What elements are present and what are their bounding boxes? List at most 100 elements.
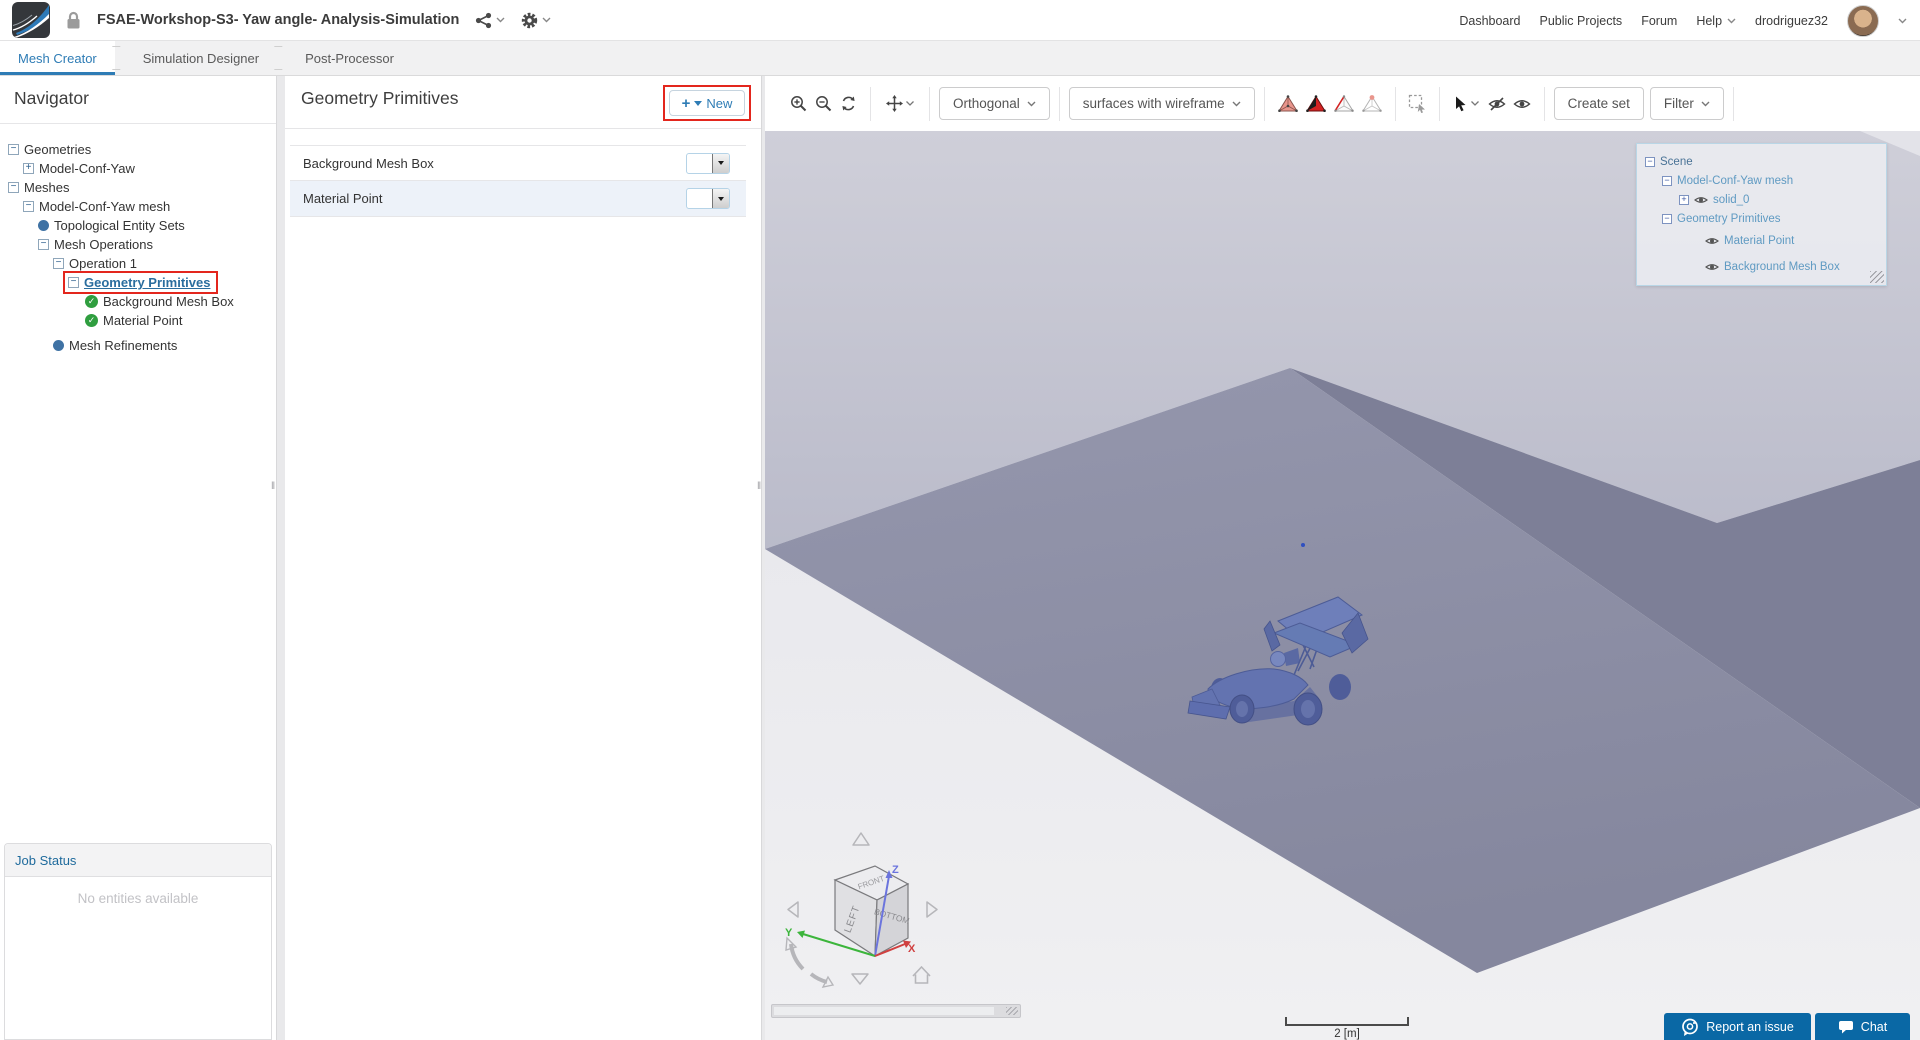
job-status-empty-message: No entities available (77, 891, 199, 906)
tab-separator (277, 41, 287, 75)
tree-item-mesh-refinements[interactable]: Mesh Refinements (0, 336, 276, 355)
box-select-button[interactable] (1405, 91, 1430, 117)
filter-button[interactable]: Filter (1649, 87, 1724, 120)
simscale-logo-icon[interactable] (12, 2, 50, 38)
user-avatar[interactable] (1847, 4, 1879, 37)
create-set-button[interactable]: Create set (1553, 87, 1644, 120)
project-title: FSAE-Workshop-S3- Yaw angle- Analysis-Si… (97, 12, 460, 28)
nav-public-projects[interactable]: Public Projects (1540, 14, 1623, 28)
tab-simulation-designer[interactable]: Simulation Designer (125, 41, 277, 75)
expand-toggle-icon[interactable] (1679, 194, 1689, 205)
select-nodes-button[interactable] (1358, 91, 1386, 117)
simscale-workbench: FSAE-Workshop-S3- Yaw angle- Analysis-Si… (0, 0, 1920, 1040)
collapse-toggle-icon[interactable] (1645, 156, 1655, 167)
select-faces-button[interactable] (1302, 91, 1330, 117)
chat-button[interactable]: Chat (1815, 1013, 1910, 1040)
tree-item-background-mesh-box[interactable]: Background Mesh Box (0, 292, 276, 311)
share-button[interactable] (475, 12, 505, 29)
username-label[interactable]: drodriguez32 (1755, 14, 1828, 28)
lock-icon (67, 11, 80, 28)
nav-help[interactable]: Help (1696, 14, 1736, 28)
tree-item-model-conf-yaw[interactable]: Model-Conf-Yaw (0, 159, 276, 178)
tree-item-meshes[interactable]: Meshes (0, 178, 276, 197)
scene-tree-item-solid-0[interactable]: solid_0 (1637, 190, 1886, 209)
collapse-toggle-icon[interactable] (68, 277, 79, 288)
3d-canvas[interactable]: Scene Model-Conf-Yaw mesh solid_0 Geomet… (765, 131, 1920, 1040)
tab-mesh-creator[interactable]: Mesh Creator (0, 41, 115, 75)
render-mode-button[interactable]: surfaces with wireframe (1068, 87, 1255, 120)
check-icon (85, 314, 98, 327)
roll-arrows[interactable] (785, 936, 835, 988)
home-view-icon[interactable] (912, 965, 931, 984)
collapse-toggle-icon[interactable] (1662, 175, 1672, 186)
primitive-row-material-point[interactable]: Material Point (290, 181, 746, 217)
primitive-row-background-mesh-box[interactable]: Background Mesh Box (290, 146, 746, 181)
collapsed-panel-bar[interactable] (771, 1004, 1021, 1018)
expand-toggle-icon[interactable] (23, 163, 34, 174)
node-dot-icon (38, 220, 49, 231)
tree-item-material-point[interactable]: Material Point (0, 311, 276, 330)
select-edges-button[interactable] (1330, 91, 1358, 117)
panel-resize-handle[interactable]: ‖ (271, 479, 278, 495)
row-action-dropdown[interactable] (686, 188, 730, 209)
tree-item-geometries[interactable]: Geometries (0, 140, 276, 159)
rotate-left-arrow[interactable] (787, 901, 799, 918)
collapse-toggle-icon[interactable] (23, 201, 34, 212)
nav-forum[interactable]: Forum (1641, 14, 1677, 28)
new-primitive-button[interactable]: + New (669, 90, 745, 116)
zoom-out-icon (816, 96, 832, 112)
settings-button[interactable] (521, 12, 551, 29)
viewport-toolbar: Orthogonal surfaces with wireframe Creat… (765, 76, 1920, 131)
projection-mode-button[interactable]: Orthogonal (939, 87, 1050, 120)
orientation-cube[interactable]: FRONT LEFT BOTTOM (833, 865, 911, 958)
tree-item-mesh-operations[interactable]: Mesh Operations (0, 235, 276, 254)
scene-tree-item-scene[interactable]: Scene (1637, 152, 1886, 171)
tab-post-processor[interactable]: Post-Processor (287, 41, 412, 75)
toolbar-divider (1394, 86, 1396, 121)
scene-tree-item-background-mesh-box[interactable]: Background Mesh Box (1637, 257, 1886, 276)
collapsed-panel-track (774, 1007, 994, 1015)
rotate-up-arrow[interactable] (852, 832, 870, 846)
collapse-toggle-icon[interactable] (8, 182, 19, 193)
pan-mode-button[interactable] (880, 91, 920, 117)
panel-resize-handle[interactable]: ‖ (757, 479, 764, 495)
rotate-down-arrow[interactable] (851, 973, 869, 985)
rotate-right-arrow[interactable] (926, 901, 938, 918)
orientation-cube-widget[interactable]: FRONT LEFT BOTTOM Z Y X (775, 826, 945, 996)
eye-icon[interactable] (1705, 236, 1719, 246)
primitives-panel-title: Geometry Primitives (301, 88, 459, 108)
collapse-toggle-icon[interactable] (1662, 213, 1672, 224)
row-action-dropdown[interactable] (686, 152, 730, 174)
tree-item-model-conf-yaw-mesh[interactable]: Model-Conf-Yaw mesh (0, 197, 276, 216)
collapse-toggle-icon[interactable] (8, 144, 19, 155)
caret-down-icon (718, 196, 724, 201)
chevron-down-icon[interactable] (1898, 18, 1907, 24)
caret-down-icon (718, 161, 724, 165)
header-nav: Dashboard Public Projects Forum Help dro… (1459, 0, 1907, 41)
nav-dashboard[interactable]: Dashboard (1459, 14, 1520, 28)
refresh-view-button[interactable] (836, 91, 861, 117)
hide-selection-button[interactable] (1485, 91, 1510, 117)
select-volumes-button[interactable] (1274, 91, 1302, 117)
collapse-toggle-icon[interactable] (38, 239, 49, 250)
zoom-in-button[interactable] (786, 91, 811, 117)
scene-tree-item-geometry-primitives[interactable]: Geometry Primitives (1637, 209, 1886, 228)
overlay-resize-grip[interactable] (1870, 271, 1884, 283)
report-issue-button[interactable]: Report an issue (1664, 1013, 1811, 1040)
dropdown-button[interactable] (712, 153, 729, 173)
tree-item-geometry-primitives[interactable]: Geometry Primitives (0, 271, 276, 294)
resize-grip[interactable] (1006, 1007, 1018, 1015)
eye-icon[interactable] (1694, 195, 1708, 205)
select-mode-button[interactable] (1449, 91, 1485, 117)
material-point-marker[interactable] (1301, 543, 1305, 547)
show-all-button[interactable] (1510, 91, 1535, 117)
dropdown-button[interactable] (712, 189, 729, 208)
collapse-toggle-icon[interactable] (53, 258, 64, 269)
scene-tree-item-material-point[interactable]: Material Point (1637, 231, 1886, 250)
tree-item-topological-entity-sets[interactable]: Topological Entity Sets (0, 216, 276, 235)
share-icon (476, 12, 492, 28)
zoom-out-button[interactable] (811, 91, 836, 117)
eye-icon[interactable] (1705, 262, 1719, 272)
pan-icon (886, 95, 903, 112)
scene-tree-item-mesh[interactable]: Model-Conf-Yaw mesh (1637, 171, 1886, 190)
